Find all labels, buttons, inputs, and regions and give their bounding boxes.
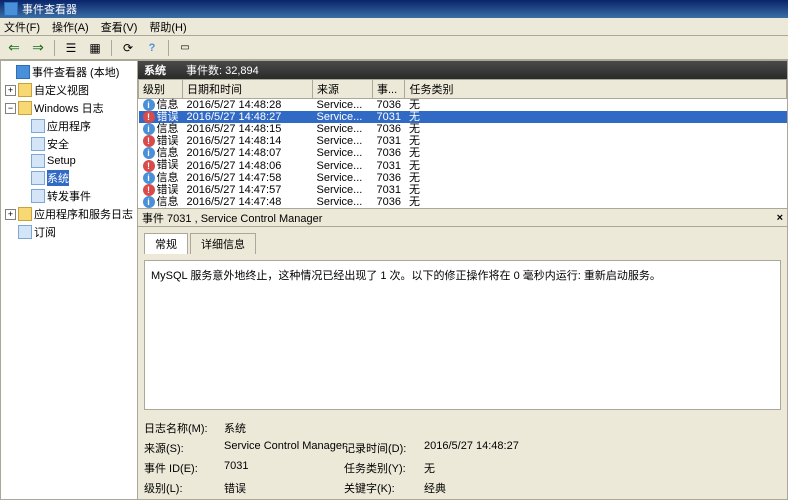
error-icon: ! — [143, 111, 155, 123]
value-source: Service Control Manager — [224, 440, 344, 456]
detail-header: 事件 7031 , Service Control Manager × — [138, 209, 787, 227]
collapse-icon[interactable]: − — [5, 103, 16, 114]
col-eventid[interactable]: 事... — [373, 80, 405, 99]
table-row[interactable]: i信息2016/5/27 14:48:07Service...7036无 — [139, 147, 787, 159]
tree-subscriptions[interactable]: 订阅 — [1, 223, 137, 241]
tree-custom-views[interactable]: +自定义视图 — [1, 81, 137, 99]
value-level: 错误 — [224, 480, 344, 496]
count-label: 事件数: — [186, 65, 222, 77]
table-row[interactable]: i信息2016/5/27 14:47:58Service...7036无 — [139, 172, 787, 184]
menu-help[interactable]: 帮助(H) — [149, 19, 186, 35]
label-task-cat: 任务类别(Y): — [344, 460, 424, 476]
value-event-id: 7031 — [224, 460, 344, 476]
log-icon — [31, 137, 45, 151]
detail-title-text: 事件 7031 , Service Control Manager — [142, 210, 322, 226]
tree-security[interactable]: 安全 — [1, 135, 137, 153]
tree-windows-logs[interactable]: −Windows 日志 — [1, 99, 137, 117]
menu-view[interactable]: 查看(V) — [101, 19, 138, 35]
label-event-id: 事件 ID(E): — [144, 460, 224, 476]
folder-icon — [18, 101, 32, 115]
tree-system[interactable]: 系统 — [1, 169, 137, 187]
tab-details[interactable]: 详细信息 — [190, 233, 256, 254]
value-task-cat: 无 — [424, 460, 604, 476]
table-row[interactable]: i信息2016/5/27 14:47:48Service...7036无 — [139, 196, 787, 208]
label-level: 级别(L): — [144, 480, 224, 496]
col-category[interactable]: 任务类别 — [405, 80, 787, 99]
log-icon — [31, 154, 45, 168]
menu-file[interactable]: 文件(F) — [4, 19, 40, 35]
window-titlebar: 事件查看器 — [0, 0, 788, 18]
table-row[interactable]: !错误2016/5/27 14:47:57Service...7031无 — [139, 184, 787, 196]
label-logged: 记录时间(D): — [344, 440, 424, 456]
folder-icon — [18, 83, 32, 97]
log-icon — [18, 225, 32, 239]
close-icon[interactable]: × — [777, 212, 783, 224]
toolbar — [0, 36, 788, 60]
refresh-button[interactable] — [118, 39, 138, 57]
info-icon: i — [143, 123, 155, 135]
col-datetime[interactable]: 日期和时间 — [183, 80, 313, 99]
tree-root[interactable]: 事件查看器 (本地) — [1, 63, 137, 81]
info-icon: i — [143, 99, 155, 111]
tree-forwarded[interactable]: 转发事件 — [1, 187, 137, 205]
eventviewer-icon — [16, 65, 30, 79]
error-icon: ! — [143, 135, 155, 147]
event-grid[interactable]: 级别 日期和时间 来源 事... 任务类别 i信息2016/5/27 14:48… — [138, 79, 787, 209]
value-logged: 2016/5/27 14:48:27 — [424, 440, 604, 456]
error-icon: ! — [143, 160, 155, 172]
app-icon — [4, 2, 18, 16]
view-button[interactable] — [175, 39, 195, 57]
info-icon: i — [143, 172, 155, 184]
forward-button[interactable] — [28, 39, 48, 57]
detail-tabs: 常规 详细信息 — [138, 227, 787, 254]
col-level[interactable]: 级别 — [139, 80, 183, 99]
event-properties: 日志名称(M): 系统 来源(S): Service Control Manag… — [144, 420, 781, 496]
separator — [54, 40, 55, 56]
info-icon: i — [143, 147, 155, 159]
expand-icon[interactable]: + — [5, 85, 16, 96]
separator — [168, 40, 169, 56]
tree-setup[interactable]: Setup — [1, 153, 137, 169]
tree-app-service-logs[interactable]: +应用程序和服务日志 — [1, 205, 137, 223]
action-button[interactable] — [61, 39, 81, 57]
properties-button[interactable] — [85, 39, 105, 57]
nav-tree[interactable]: 事件查看器 (本地) +自定义视图 −Windows 日志 应用程序 安全 Se… — [0, 60, 138, 500]
detail-body: MySQL 服务意外地终止，这种情况已经出现了 1 次。以下的修正操作将在 0 … — [138, 254, 787, 499]
event-message: MySQL 服务意外地终止，这种情况已经出现了 1 次。以下的修正操作将在 0 … — [144, 260, 781, 410]
info-icon: i — [143, 196, 155, 208]
value-keywords: 经典 — [424, 480, 604, 496]
table-row[interactable]: i信息2016/5/27 14:48:15Service...7036无 — [139, 123, 787, 135]
error-icon: ! — [143, 184, 155, 196]
content-header: 系统 事件数: 32,894 — [138, 61, 787, 79]
help-button[interactable] — [142, 39, 162, 57]
table-row[interactable]: !错误2016/5/27 14:48:06Service...7031无 — [139, 159, 787, 171]
log-icon — [31, 119, 45, 133]
col-source[interactable]: 来源 — [313, 80, 373, 99]
log-icon — [31, 189, 45, 203]
separator — [111, 40, 112, 56]
value-log-name: 系统 — [224, 420, 344, 436]
folder-icon — [18, 207, 32, 221]
expand-icon[interactable]: + — [5, 209, 16, 220]
label-log-name: 日志名称(M): — [144, 420, 224, 436]
label-keywords: 关键字(K): — [344, 480, 424, 496]
menu-action[interactable]: 操作(A) — [52, 19, 89, 35]
tab-general[interactable]: 常规 — [144, 233, 188, 254]
back-button[interactable] — [4, 39, 24, 57]
label-source: 来源(S): — [144, 440, 224, 456]
menubar: 文件(F) 操作(A) 查看(V) 帮助(H) — [0, 18, 788, 36]
log-title: 系统 — [144, 65, 166, 77]
tree-application[interactable]: 应用程序 — [1, 117, 137, 135]
table-row[interactable]: i信息2016/5/27 14:48:28Service...7036无 — [139, 99, 787, 112]
table-row[interactable]: !错误2016/5/27 14:48:14Service...7031无 — [139, 135, 787, 147]
event-count: 32,894 — [225, 65, 259, 77]
log-icon — [31, 171, 45, 185]
table-row[interactable]: !错误2016/5/27 14:48:27Service...7031无 — [139, 111, 787, 123]
window-title: 事件查看器 — [22, 1, 77, 17]
